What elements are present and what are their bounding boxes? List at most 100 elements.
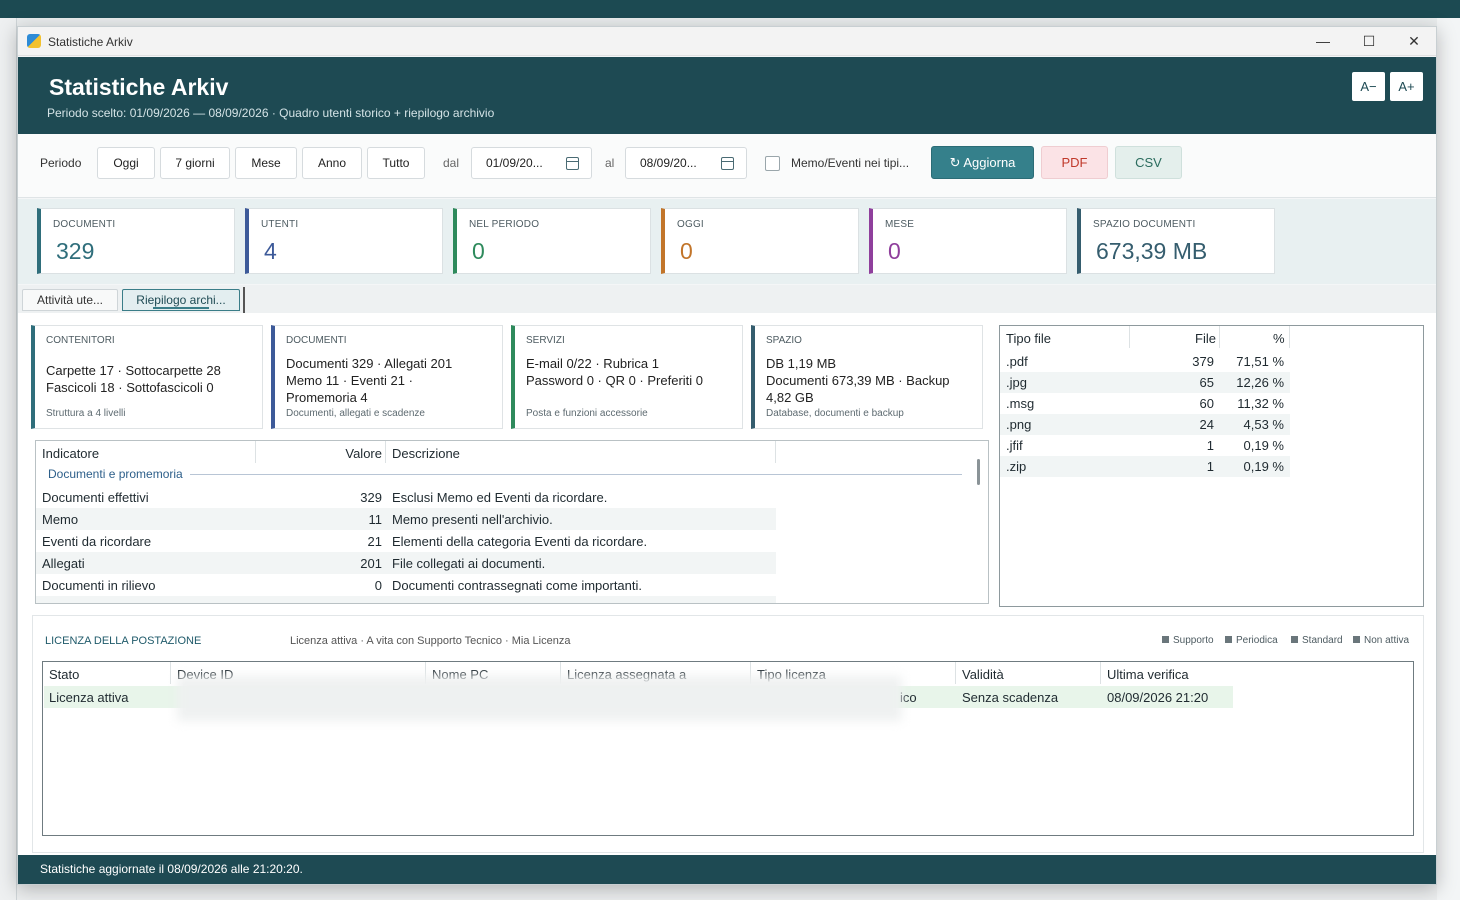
legend-swatch [1162,636,1169,643]
legend-swatch [1225,636,1232,643]
row-percent: 0,19 % [1243,459,1284,474]
group-header: Documenti e promemoria [48,467,183,481]
kpi-today: OGGI 0 [661,208,859,274]
font-increase-button[interactable]: A+ [1390,72,1423,101]
row-percent: 4,53 % [1243,417,1284,432]
status-bar: Statistiche aggiornate il 08/09/2026 all… [18,855,1436,884]
kpi-value: 329 [56,238,95,264]
card-containers: CONTENITORI Carpette 17 · Sottocarpette … [31,325,263,429]
kpi-value: 673,39 MB [1096,238,1208,264]
card-body: DB 1,19 MB Documenti 673,39 MB · Backup … [766,356,950,405]
column-divider [1289,326,1290,348]
column-header-last-check[interactable]: Ultima verifica [1107,667,1189,682]
row-description: File collegati ai documenti. [392,556,546,571]
table-row[interactable]: Documenti in rilievo 0 Documenti contras… [36,574,776,596]
tab-divider [243,287,245,313]
background-window-left [0,18,17,900]
row-file-count: 1 [1206,438,1214,453]
legend-periodic: Periodica [1225,635,1278,646]
row-file-type: .zip [1006,459,1027,474]
table-row[interactable]: .jfif 1 0,19 % [1000,435,1290,456]
group-divider [190,474,962,475]
card-heading: SERVIZI [526,335,565,346]
legend-label: Periodica [1236,635,1278,646]
kpi-value: 0 [888,238,901,264]
memo-events-checkbox[interactable] [765,156,780,171]
row-file-type: .pdf [1006,354,1028,369]
range-7days-button[interactable]: 7 giorni [160,147,230,179]
legend-inactive: Non attiva [1353,635,1409,646]
period-label: Periodo [40,156,82,170]
row-indicator: Allegati [42,556,85,571]
column-divider [1219,326,1220,348]
column-header-value[interactable]: Valore [345,446,382,461]
table-row[interactable]: .png 24 4,53 % [1000,414,1290,435]
column-header-description[interactable]: Descrizione [392,446,460,461]
kpi-strip: DOCUMENTI 329 UTENTI 4 NEL PERIODO 0 OGG… [18,199,1436,284]
range-year-button[interactable]: Anno [302,147,362,179]
license-grid[interactable]: Stato Device ID Nome PC Licenza assegnat… [42,661,1414,836]
to-date-input[interactable]: 08/09/20... [625,147,747,179]
table-row[interactable]: .zip 1 0,19 % [1000,456,1290,477]
filter-toolbar: Periodo Oggi 7 giorni Mese Anno Tutto da… [18,134,1436,198]
table-row[interactable]: Documenti effettivi 329 Esclusi Memo ed … [36,486,776,508]
range-month-button[interactable]: Mese [235,147,297,179]
vertical-scrollbar-thumb[interactable] [977,459,980,485]
title-bar: Statistiche Arkiv — ☐ ✕ [18,27,1436,56]
card-footer: Database, documenti e backup [766,408,904,419]
column-header-file-count[interactable]: File [1195,331,1216,346]
column-header-file-type[interactable]: Tipo file [1006,331,1051,346]
license-status: Licenza attiva [49,690,129,705]
license-section: LICENZA DELLA POSTAZIONE Licenza attiva … [32,615,1424,853]
table-row[interactable]: .jpg 65 12,26 % [1000,372,1290,393]
indicators-grid[interactable]: Indicatore Valore Descrizione Documenti … [35,440,989,604]
legend-swatch [1291,636,1298,643]
kpi-label: UTENTI [261,219,299,230]
legend-support: Supporto [1162,635,1214,646]
statistics-window: Statistiche Arkiv — ☐ ✕ Statistiche Arki… [17,26,1437,885]
maximize-button[interactable]: ☐ [1346,27,1392,56]
row-indicator: Eventi da ricordare [42,534,152,549]
font-decrease-button[interactable]: A− [1352,72,1385,101]
table-row[interactable]: .msg 60 11,32 % [1000,393,1290,414]
column-header-validity[interactable]: Validità [962,667,1004,682]
card-services: SERVIZI E-mail 0/22 · Rubrica 1 Password… [511,325,743,429]
calendar-icon[interactable] [721,157,734,170]
card-body: Documenti 329 · Allegati 201 Memo 11 · E… [286,356,453,405]
calendar-icon[interactable] [566,157,579,170]
row-value: 0 [374,578,382,593]
column-header-percent[interactable]: % [1273,331,1285,346]
export-csv-button[interactable]: CSV [1115,146,1182,179]
page-header: Statistiche Arkiv Periodo scelto: 01/09/… [18,57,1436,134]
table-row[interactable]: .pdf 379 71,51 % [1000,351,1290,372]
export-pdf-button[interactable]: PDF [1041,146,1108,179]
range-all-button[interactable]: Tutto [367,147,425,179]
legend-label: Standard [1302,635,1343,646]
file-types-table[interactable]: Tipo file File % .pdf 379 71,51 % .jpg 6… [999,325,1424,607]
card-heading: CONTENITORI [46,335,115,346]
row-file-count: 60 [1199,396,1214,411]
row-value: 11 [368,512,383,527]
window-title: Statistiche Arkiv [48,35,133,49]
tab-archive-summary[interactable]: Riepilogo archi... [122,289,240,311]
desktop-top-bar [0,0,1460,18]
card-footer: Struttura a 4 livelli [46,408,126,419]
column-header-status[interactable]: Stato [49,667,79,682]
from-date-input[interactable]: 01/09/20... [471,147,592,179]
table-row[interactable]: Allegati 201 File collegati ai documenti… [36,552,776,574]
card-documents: DOCUMENTI Documenti 329 · Allegati 201 M… [271,325,503,429]
range-today-button[interactable]: Oggi [97,147,155,179]
card-footer: Posta e funzioni accessorie [526,408,648,419]
row-indicator: Documenti effettivi [42,490,149,505]
license-description: Licenza attiva · A vita con Supporto Tec… [290,635,571,647]
legend-label: Supporto [1173,635,1214,646]
minimize-button[interactable]: — [1300,27,1346,56]
close-button[interactable]: ✕ [1391,27,1437,56]
table-row[interactable]: Memo 11 Memo presenti nell'archivio. [36,508,776,530]
refresh-button[interactable]: ↻ Aggiorna [931,146,1034,179]
table-row[interactable]: Eventi da ricordare 21 Elementi della ca… [36,530,776,552]
column-header-indicator[interactable]: Indicatore [42,446,99,461]
column-divider [1129,326,1130,348]
row-file-type: .jfif [1006,438,1023,453]
tab-user-activity[interactable]: Attività ute... [22,289,118,311]
